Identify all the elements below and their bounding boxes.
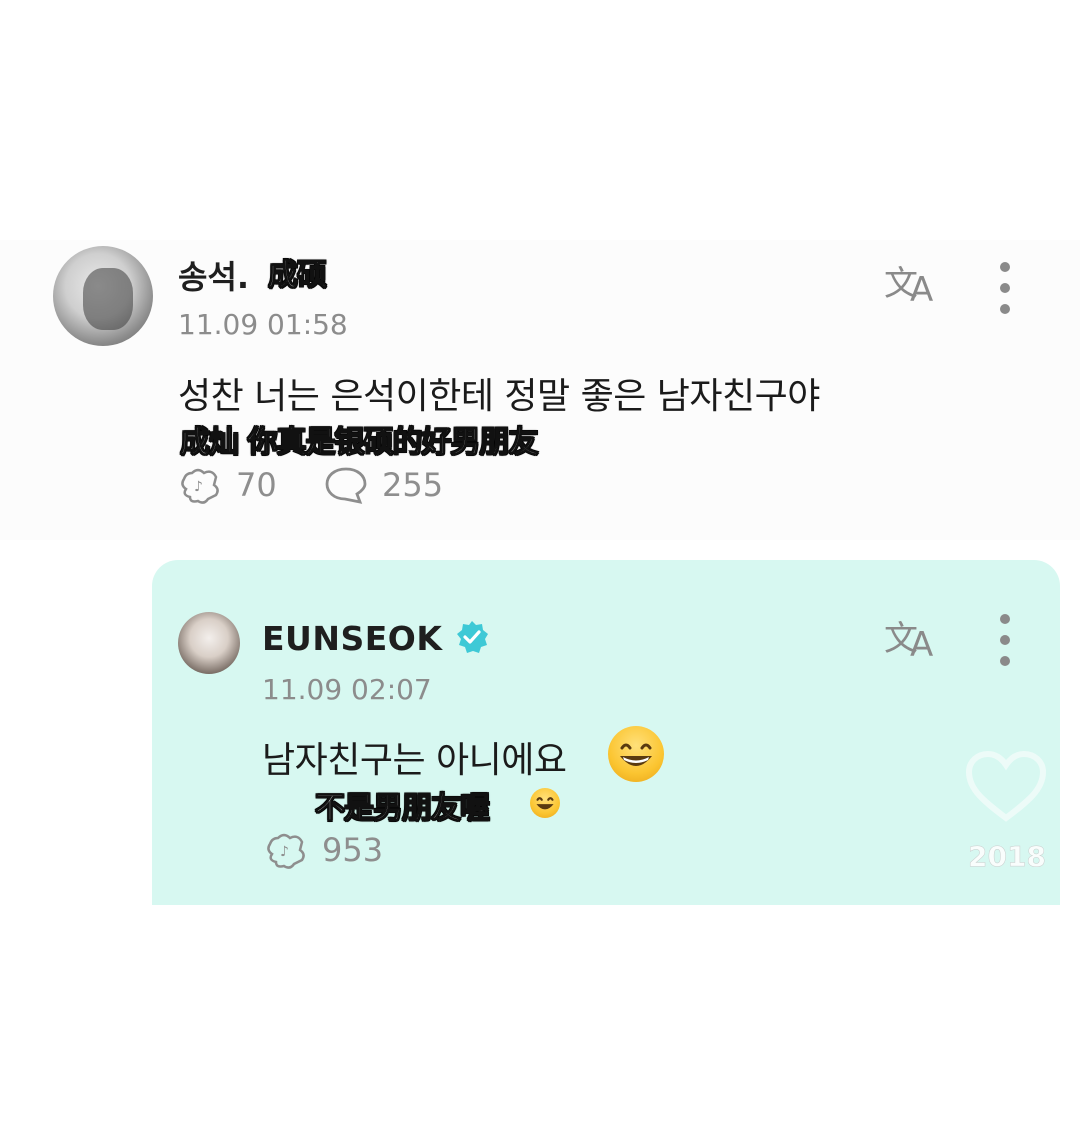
grinning-face-emoji [530,788,560,818]
reply-timestamp: 11.09 02:07 [262,673,432,706]
reply-like-count: 953 [322,831,384,869]
speech-bubble-icon [325,467,367,504]
reply-author-avatar[interactable] [178,612,240,674]
heart-count: 2018 [968,840,1046,874]
verified-badge-icon [457,621,488,653]
reply-author-name[interactable]: EUNSEOK [262,619,442,658]
commenter-name-subtitle: 成硕 [267,257,327,293]
like-sticker-icon: ♪ [267,833,305,869]
comment-text: 성찬 너는 은석이한테 정말 좋은 남자친구야 [178,376,820,417]
svg-text:♪: ♪ [280,844,289,860]
svg-text:A: A [910,625,933,662]
comment-subtitle: 成灿 你真是银硕的好男朋友 [179,424,539,460]
commenter-avatar[interactable] [53,246,153,346]
reply-subtitle: 不是男朋友喔 [314,790,490,826]
comment-like-count: 70 [236,466,277,504]
svg-text:A: A [910,270,933,307]
svg-text:♪: ♪ [194,479,203,495]
more-vertical-icon[interactable] [998,614,1012,677]
reply-text: 남자친구는 아니에요 [262,740,567,781]
top-blank-area [0,0,1080,240]
like-sticker-icon: ♪ [181,468,219,504]
commenter-name[interactable]: 송석. [178,252,249,298]
comment-like-stat[interactable]: ♪ 70 [178,465,277,505]
translate-icon[interactable]: 文 A [878,257,948,307]
heart-icon[interactable] [965,750,1047,822]
grinning-face-emoji [608,726,664,782]
more-vertical-icon[interactable] [998,262,1012,325]
comment-timestamp: 11.09 01:58 [178,308,348,341]
comment-reply-stat[interactable]: 255 [324,465,443,505]
reply-like-stat[interactable]: ♪ 953 [264,830,383,870]
translate-icon[interactable]: 文 A [878,612,948,662]
comment-reply-count: 255 [382,466,444,504]
